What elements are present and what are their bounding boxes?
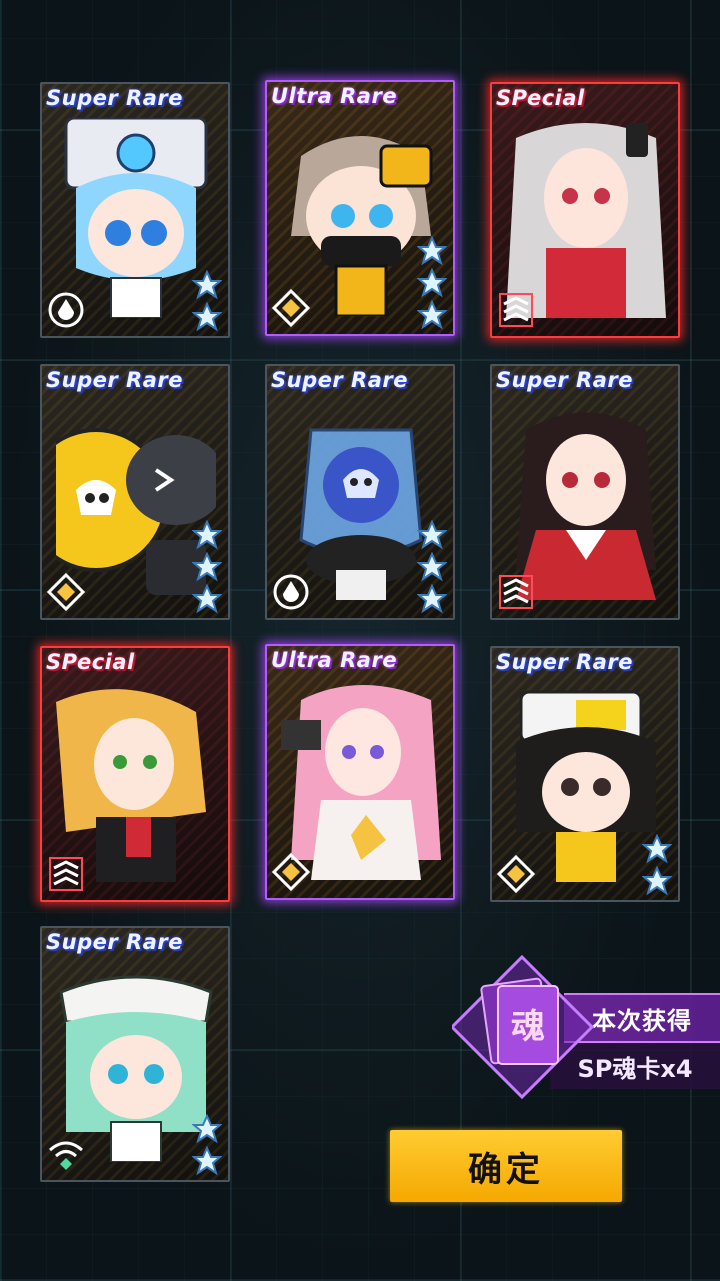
star-icon [417, 236, 447, 266]
diamond-icon [271, 288, 311, 328]
star-icon [192, 552, 222, 582]
star-rating [192, 1114, 222, 1176]
rarity-label: Ultra Rare [271, 648, 398, 672]
star-icon [192, 520, 222, 550]
star-icon [192, 302, 222, 332]
rarity-label: Super Rare [46, 930, 183, 954]
card-1[interactable]: Super Rare [40, 82, 230, 338]
star-rating [417, 236, 447, 330]
diamond-icon [496, 854, 536, 894]
star-rating [417, 520, 447, 614]
character-portrait [506, 123, 666, 318]
star-rating [192, 270, 222, 332]
star-rating [192, 520, 222, 614]
confirm-button[interactable]: 确定 [390, 1130, 622, 1202]
star-icon [417, 520, 447, 550]
star-icon [417, 300, 447, 330]
soul-char: 魂 [511, 1007, 545, 1047]
card-4[interactable]: Super Rare [40, 364, 230, 620]
wifi-icon [49, 1141, 83, 1170]
rarity-label: Super Rare [496, 368, 633, 392]
star-icon [192, 1146, 222, 1176]
stripes-icon [49, 857, 83, 891]
star-icon [642, 866, 672, 896]
star-icon [192, 1114, 222, 1144]
card-6[interactable]: Super Rare [490, 364, 680, 620]
star-icon [192, 270, 222, 300]
rarity-label: Super Rare [271, 368, 408, 392]
rarity-label: SPecial [46, 650, 135, 674]
card-9[interactable]: Super Rare [490, 646, 680, 902]
drop-icon [273, 574, 309, 610]
star-icon [192, 584, 222, 614]
diamond-icon [46, 572, 86, 612]
card-3[interactable]: SPecial [490, 82, 680, 338]
rarity-label: SPecial [496, 86, 585, 110]
stripes-icon [499, 293, 533, 327]
card-10[interactable]: Super Rare [40, 926, 230, 1182]
star-rating [642, 834, 672, 896]
character-portrait [516, 412, 656, 600]
stripes-icon [499, 575, 533, 609]
card-2[interactable]: Ultra Rare [265, 80, 455, 336]
star-icon [642, 834, 672, 864]
card-8[interactable]: Ultra Rare [265, 644, 455, 900]
rarity-label: Ultra Rare [271, 84, 398, 108]
star-icon [417, 268, 447, 298]
rarity-label: Super Rare [46, 86, 183, 110]
star-icon [417, 584, 447, 614]
diamond-icon [271, 852, 311, 892]
drop-icon [48, 292, 84, 328]
character-portrait [281, 685, 441, 880]
card-5[interactable]: Super Rare [265, 364, 455, 620]
card-7[interactable]: SPecial [40, 646, 230, 902]
soul-card-icon: 魂 [452, 954, 595, 1100]
star-icon [417, 552, 447, 582]
character-portrait [56, 689, 206, 882]
rarity-label: Super Rare [496, 650, 633, 674]
rarity-label: Super Rare [46, 368, 183, 392]
